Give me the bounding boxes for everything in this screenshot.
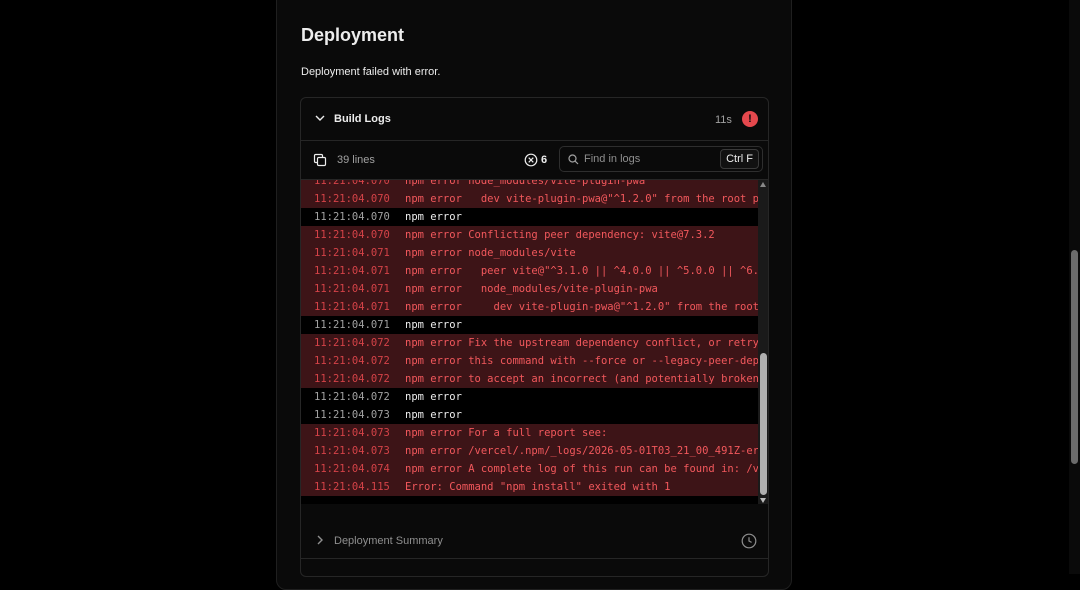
log-line: 11:21:04.072 npm error to accept an incor…	[301, 370, 758, 388]
error-icon: !	[742, 111, 758, 127]
log-line: 11:21:04.070 npm error	[301, 208, 758, 226]
vertical-scroll-thumb[interactable]	[760, 353, 767, 495]
log-timestamp: 11:21:04.071	[314, 283, 390, 295]
log-message: npm error dev vite-plugin-pwa@"^1.2.0" f…	[405, 301, 758, 313]
log-timestamp: 11:21:04.115	[314, 481, 390, 493]
log-message: npm error dev vite-plugin-pwa@"^1.2.0" f…	[405, 193, 758, 205]
log-message: npm error this command with --force or -…	[405, 355, 758, 367]
log-line: 11:21:04.070 npm error dev vite-plugin-pw…	[301, 190, 758, 208]
log-line: 11:21:04.071 npm error	[301, 316, 758, 334]
deployment-summary-label: Deployment Summary	[334, 535, 443, 547]
log-line: 11:21:04.070 npm error Conflicting peer d…	[301, 226, 758, 244]
page-scrollbar[interactable]	[1069, 0, 1080, 574]
log-timestamp: 11:21:04.073	[314, 409, 390, 421]
log-line: 11:21:04.073 npm error	[301, 406, 758, 424]
log-timestamp: 11:21:04.070	[314, 229, 390, 241]
log-line: 11:21:04.073 npm error /vercel/.npm/_logs…	[301, 442, 758, 460]
error-filter-icon[interactable]	[524, 153, 538, 167]
log-timestamp: 11:21:04.071	[314, 301, 390, 313]
page-scroll-thumb[interactable]	[1071, 250, 1078, 464]
log-message: npm error	[405, 409, 462, 421]
log-timestamp: 11:21:04.072	[314, 337, 390, 349]
logs-search[interactable]: Ctrl F	[559, 146, 763, 172]
log-timestamp: 11:21:04.073	[314, 427, 390, 439]
log-timestamp: 11:21:04.070	[314, 180, 390, 187]
log-message: npm error	[405, 319, 462, 331]
log-message: npm error Conflicting peer dependency: v…	[405, 229, 715, 241]
log-line: 11:21:04.072 npm error Fix the upstream d…	[301, 334, 758, 352]
log-timestamp: 11:21:04.071	[314, 247, 390, 259]
chevron-down-icon[interactable]	[315, 113, 325, 123]
log-message: npm error to accept an incorrect (and po…	[405, 373, 758, 385]
log-line: 11:21:04.115 Error: Command "npm install"…	[301, 478, 758, 496]
search-icon	[568, 154, 579, 165]
log-timestamp: 11:21:04.070	[314, 211, 390, 223]
log-line: 11:21:04.070 npm error node_modules/vite-…	[301, 180, 758, 190]
log-line: 11:21:04.071 npm error node_modules/vite	[301, 244, 758, 262]
log-lines: 11:21:04.070 npm error node_modules/vite-…	[301, 180, 758, 496]
log-timestamp: 11:21:04.070	[314, 193, 390, 205]
search-shortcut: Ctrl F	[720, 149, 759, 169]
log-message: npm error peer vite@"^3.1.0 || ^4.0.0 ||…	[405, 265, 758, 277]
log-message: npm error node_modules/vite-plugin-pwa	[405, 283, 658, 295]
log-message: npm error	[405, 211, 462, 223]
logs-toolbar: 39 lines 6 Ctrl F	[301, 141, 768, 180]
log-line: 11:21:04.074 npm error A complete log of …	[301, 460, 758, 478]
log-line: 11:21:04.072 npm error this command with …	[301, 352, 758, 370]
log-message: npm error Fix the upstream dependency co…	[405, 337, 758, 349]
log-line: 11:21:04.071 npm error node_modules/vite-…	[301, 280, 758, 298]
log-message: Error: Command "npm install" exited with…	[405, 481, 671, 493]
log-message: npm error A complete log of this run can…	[405, 463, 758, 475]
deployment-title: Deployment	[301, 25, 405, 45]
search-input[interactable]	[584, 150, 714, 168]
log-line: 11:21:04.072 npm error	[301, 388, 758, 406]
log-message: npm error node_modules/vite	[405, 247, 576, 259]
scroll-up-arrow[interactable]	[760, 182, 766, 187]
log-message: npm error For a full report see:	[405, 427, 608, 439]
deployment-status-text: Deployment failed with error.	[301, 66, 441, 78]
build-logs-title: Build Logs	[334, 113, 391, 125]
vertical-scrollbar[interactable]	[758, 180, 768, 504]
log-message: npm error	[405, 391, 462, 403]
copy-icon[interactable]	[313, 153, 327, 167]
log-message: npm error /vercel/.npm/_logs/2026-05-01T…	[405, 445, 758, 457]
build-duration: 11s	[715, 114, 732, 126]
clock-icon	[741, 533, 757, 549]
scroll-down-arrow[interactable]	[760, 498, 766, 503]
log-timestamp: 11:21:04.072	[314, 355, 390, 367]
log-timestamp: 11:21:04.071	[314, 265, 390, 277]
log-line: 11:21:04.073 npm error For a full report …	[301, 424, 758, 442]
log-output[interactable]: 11:21:04.070 npm error node_modules/vite-…	[301, 180, 768, 504]
log-message: npm error node_modules/vite-plugin-pwa	[405, 180, 646, 187]
build-logs-panel: Build Logs 11s ! 39 lines 6 Find in logs…	[300, 97, 769, 577]
log-line: 11:21:04.071 npm error peer vite@"^3.1.0 …	[301, 262, 758, 280]
log-timestamp: 11:21:04.072	[314, 391, 390, 403]
deployment-card: Deployment Deployment failed with error.…	[276, 0, 792, 590]
line-count: 39 lines	[337, 154, 375, 166]
log-line: 11:21:04.071 npm error dev vite-plugin-pw…	[301, 298, 758, 316]
log-timestamp: 11:21:04.072	[314, 373, 390, 385]
log-timestamp: 11:21:04.073	[314, 445, 390, 457]
deployment-summary-row[interactable]: Deployment Summary	[301, 522, 768, 559]
error-count[interactable]: 6	[541, 154, 547, 166]
build-logs-header[interactable]: Build Logs 11s !	[301, 98, 768, 141]
log-timestamp: 11:21:04.071	[314, 319, 390, 331]
chevron-right-icon[interactable]	[315, 535, 325, 545]
log-timestamp: 11:21:04.074	[314, 463, 390, 475]
